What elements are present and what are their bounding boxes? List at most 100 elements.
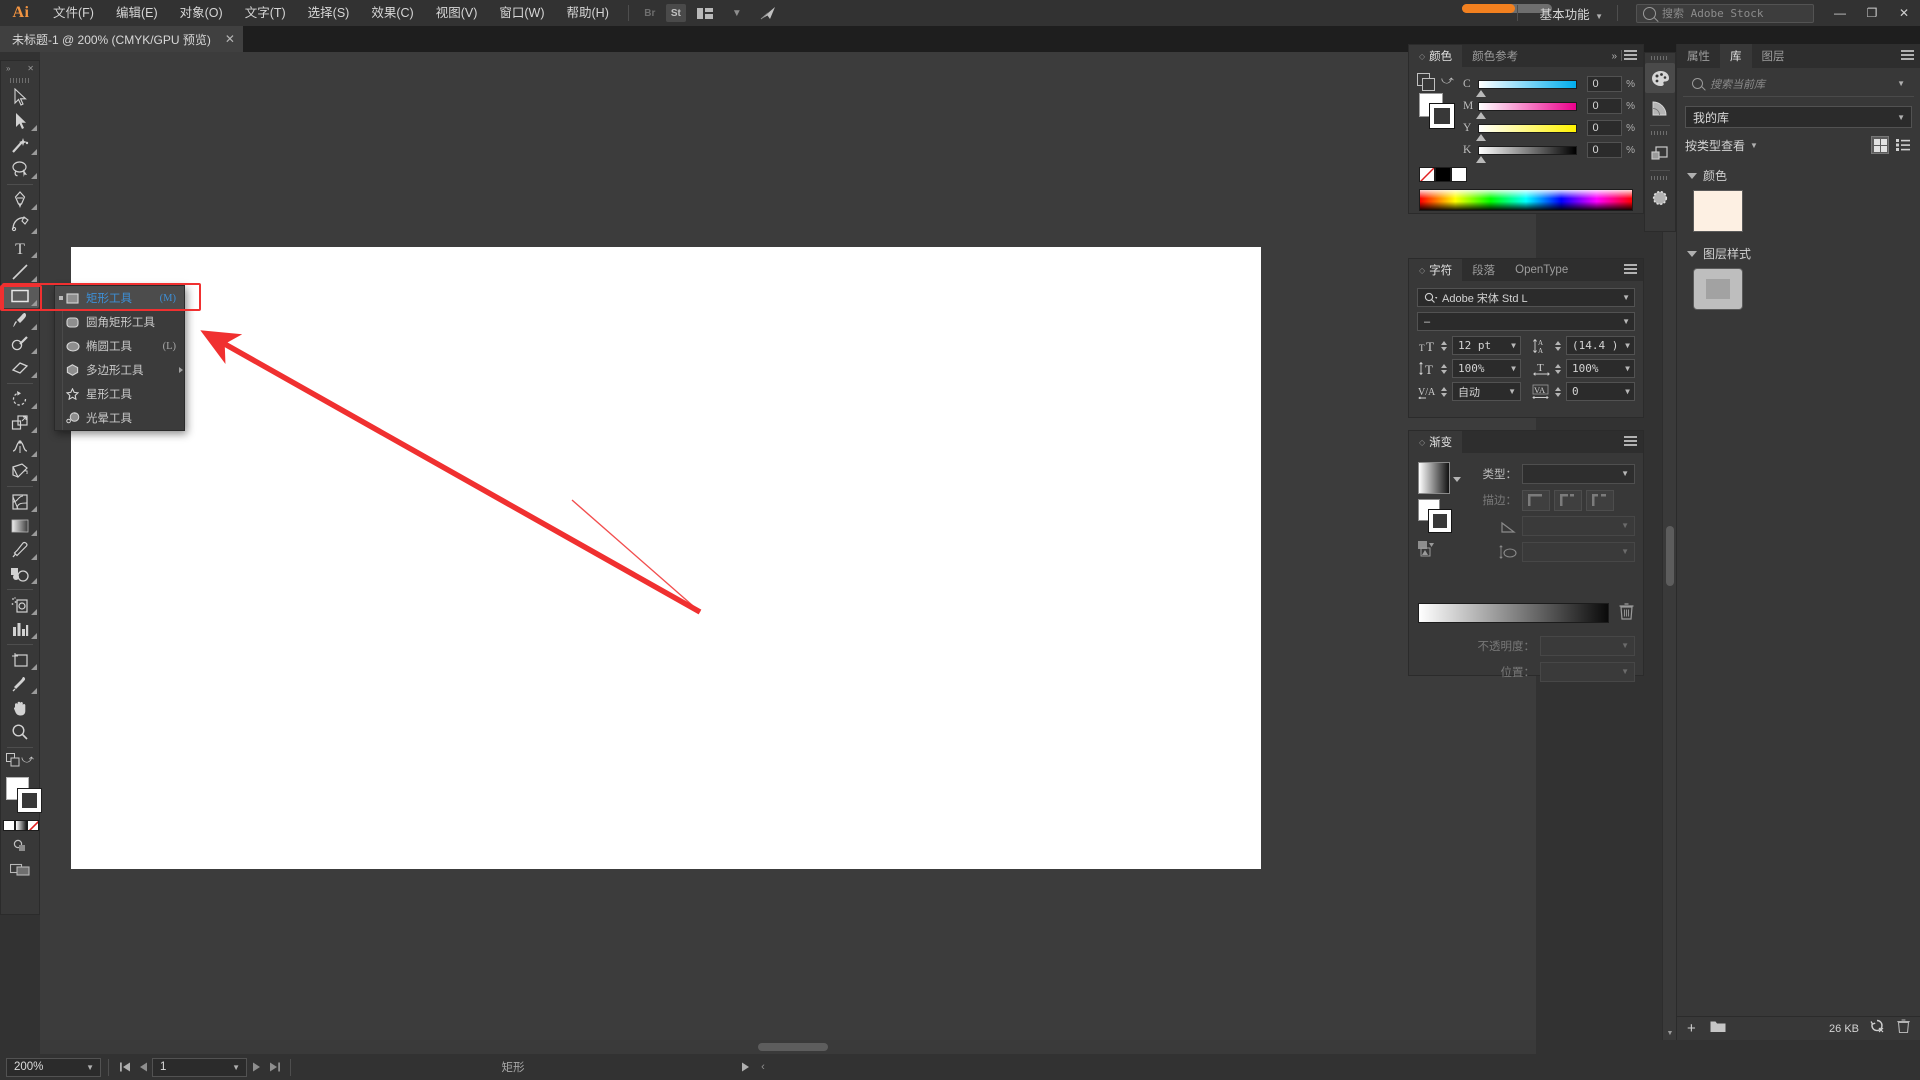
horizontal-scale-field[interactable]: 100% ▼ bbox=[1566, 359, 1635, 378]
sync-icon[interactable] bbox=[1869, 1019, 1885, 1038]
font-size-field[interactable]: 12 pt ▼ bbox=[1452, 336, 1521, 355]
panel-collapse-icon[interactable]: » bbox=[1611, 51, 1617, 62]
free-transform-tool[interactable] bbox=[1, 459, 39, 483]
color-guide-icon[interactable] bbox=[1645, 93, 1675, 123]
restore-button[interactable]: ❐ bbox=[1856, 0, 1888, 26]
artboard[interactable] bbox=[71, 247, 1261, 869]
prev-page-icon[interactable] bbox=[134, 1062, 152, 1072]
scale-tool[interactable] bbox=[1, 411, 39, 435]
channel-input-y[interactable]: 0 bbox=[1587, 120, 1623, 136]
artboard-tool[interactable] bbox=[1, 648, 39, 672]
flyout-item-ellipse[interactable]: 椭圆工具 (L) bbox=[55, 334, 184, 358]
screen-mode-icon[interactable] bbox=[1, 857, 39, 881]
tab-color[interactable]: ◇ 颜色 bbox=[1409, 45, 1463, 67]
panel-menu-icon[interactable] bbox=[1624, 264, 1637, 275]
menu-effect[interactable]: 效果(C) bbox=[360, 0, 424, 26]
menu-file[interactable]: 文件(F) bbox=[42, 0, 105, 26]
gradient-preview-thumbnail[interactable] bbox=[1418, 462, 1450, 494]
arrange-documents-icon[interactable] bbox=[692, 4, 718, 22]
tab-libraries[interactable]: 库 bbox=[1720, 44, 1752, 68]
direct-selection-tool[interactable] bbox=[1, 109, 39, 133]
chevron-down-icon[interactable]: ▼ bbox=[1750, 141, 1758, 150]
channel-slider-m[interactable] bbox=[1476, 101, 1578, 119]
gradient-stroke-cap-2[interactable] bbox=[1554, 489, 1582, 511]
eyedropper-tool[interactable] bbox=[1, 538, 39, 562]
swatch-none[interactable] bbox=[1419, 167, 1435, 182]
drawing-mode-icon[interactable] bbox=[1, 833, 39, 857]
vscroll-thumb[interactable] bbox=[1666, 526, 1674, 587]
hand-tool[interactable] bbox=[1, 696, 39, 720]
menu-window[interactable]: 窗口(W) bbox=[488, 0, 555, 26]
swap-fill-stroke-icon[interactable]: ⤻ bbox=[1441, 73, 1454, 88]
minimize-button[interactable]: — bbox=[1824, 0, 1856, 26]
column-graph-tool[interactable] bbox=[1, 617, 39, 641]
tab-opentype[interactable]: OpenType bbox=[1505, 259, 1578, 281]
shape-builder-tool[interactable] bbox=[1, 490, 39, 514]
gradient-slider-bar[interactable] bbox=[1418, 603, 1609, 623]
tracking-stepper[interactable] bbox=[1553, 386, 1563, 397]
flyout-item-rectangle[interactable]: 矩形工具 (M) bbox=[55, 286, 184, 310]
list-view-icon[interactable] bbox=[1894, 136, 1912, 154]
magic-wand-tool[interactable] bbox=[1, 133, 39, 157]
zoom-tool[interactable] bbox=[1, 720, 39, 744]
library-view-mode-label[interactable]: 按类型查看 bbox=[1685, 137, 1745, 154]
sync-settings-icon[interactable] bbox=[756, 4, 782, 22]
library-search-input[interactable]: 搜索当前库 ▼ bbox=[1683, 71, 1914, 97]
kerning-stepper[interactable] bbox=[1439, 386, 1449, 397]
flyout-item-star[interactable]: 星形工具 bbox=[55, 382, 184, 406]
appearance-icon[interactable] bbox=[1645, 183, 1675, 213]
vertical-scale-stepper[interactable] bbox=[1439, 363, 1449, 374]
chevron-down-icon[interactable]: ▼ bbox=[1508, 387, 1516, 396]
gradient-stroke-swatch[interactable] bbox=[1428, 509, 1452, 533]
gradient-aspect-field[interactable]: ▼ bbox=[1522, 542, 1635, 562]
library-color-swatch[interactable] bbox=[1693, 190, 1743, 232]
flyout-item-polygon[interactable]: 多边形工具 bbox=[55, 358, 184, 382]
pen-tool[interactable] bbox=[1, 188, 39, 212]
line-segment-tool[interactable] bbox=[1, 260, 39, 284]
chevron-down-icon[interactable]: ▼ bbox=[1625, 341, 1630, 350]
paintbrush-tool[interactable] bbox=[1, 308, 39, 332]
none-swatch-button[interactable] bbox=[27, 819, 39, 831]
close-icon[interactable]: ✕ bbox=[225, 32, 235, 46]
default-fill-stroke-icon[interactable] bbox=[6, 753, 21, 772]
status-collapse-icon[interactable]: ‹ bbox=[754, 1061, 772, 1073]
lasso-tool[interactable] bbox=[1, 157, 39, 181]
menu-type[interactable]: 文字(T) bbox=[234, 0, 297, 26]
width-tool[interactable] bbox=[1, 435, 39, 459]
leading-field[interactable]: (14.4 ) ▼ bbox=[1566, 336, 1635, 355]
proxy-icon[interactable] bbox=[1417, 73, 1435, 91]
horizontal-scrollbar[interactable] bbox=[40, 1040, 1536, 1054]
horizontal-scale-stepper[interactable] bbox=[1553, 363, 1563, 374]
rotate-tool[interactable] bbox=[1, 387, 39, 411]
swatch-black[interactable] bbox=[1435, 167, 1451, 182]
rectangle-tool[interactable] bbox=[1, 284, 39, 308]
eraser-tool[interactable] bbox=[1, 356, 39, 380]
menu-help[interactable]: 帮助(H) bbox=[556, 0, 620, 26]
add-item-icon[interactable]: + bbox=[1687, 1020, 1696, 1037]
panel-menu-icon[interactable] bbox=[1624, 436, 1637, 447]
chevron-down-icon[interactable]: ▼ bbox=[1625, 387, 1630, 396]
channel-slider-k[interactable] bbox=[1476, 145, 1578, 163]
trash-icon[interactable] bbox=[1897, 1019, 1910, 1038]
rectangle-tool-flyout[interactable]: 矩形工具 (M) 圆角矩形工具 椭圆工具 (L) 多边形工具 星形工具 光晕工具 bbox=[54, 285, 185, 431]
color-swatch-button[interactable] bbox=[3, 819, 15, 831]
gradient-tool[interactable] bbox=[1, 514, 39, 538]
channel-input-m[interactable]: 0 bbox=[1587, 98, 1623, 114]
tab-layers[interactable]: 图层 bbox=[1752, 44, 1795, 68]
chevron-down-icon[interactable] bbox=[1453, 477, 1461, 482]
swap-fill-stroke-icon[interactable]: ⤻ bbox=[21, 752, 34, 767]
workspace-switcher[interactable]: 基本功能 ▼ bbox=[1526, 4, 1609, 23]
next-page-icon[interactable] bbox=[247, 1062, 265, 1072]
gradient-stroke-cap-3[interactable] bbox=[1586, 489, 1614, 511]
chevron-down-icon[interactable]: ▼ bbox=[1511, 341, 1516, 350]
tab-color-guide[interactable]: 颜色参考 bbox=[1462, 45, 1528, 67]
tracking-field[interactable]: 0 ▼ bbox=[1566, 382, 1635, 401]
tab-character[interactable]: ◇ 字符 bbox=[1409, 259, 1463, 281]
stroke-swatch[interactable] bbox=[17, 788, 42, 813]
gradient-location-field[interactable]: ▼ bbox=[1540, 662, 1635, 682]
grid-view-icon[interactable] bbox=[1871, 136, 1889, 154]
swatch-white[interactable] bbox=[1451, 167, 1467, 182]
chevron-down-icon[interactable]: ▼ bbox=[1897, 79, 1905, 88]
channel-slider-c[interactable] bbox=[1476, 79, 1578, 97]
symbol-sprayer-tool[interactable] bbox=[1, 593, 39, 617]
